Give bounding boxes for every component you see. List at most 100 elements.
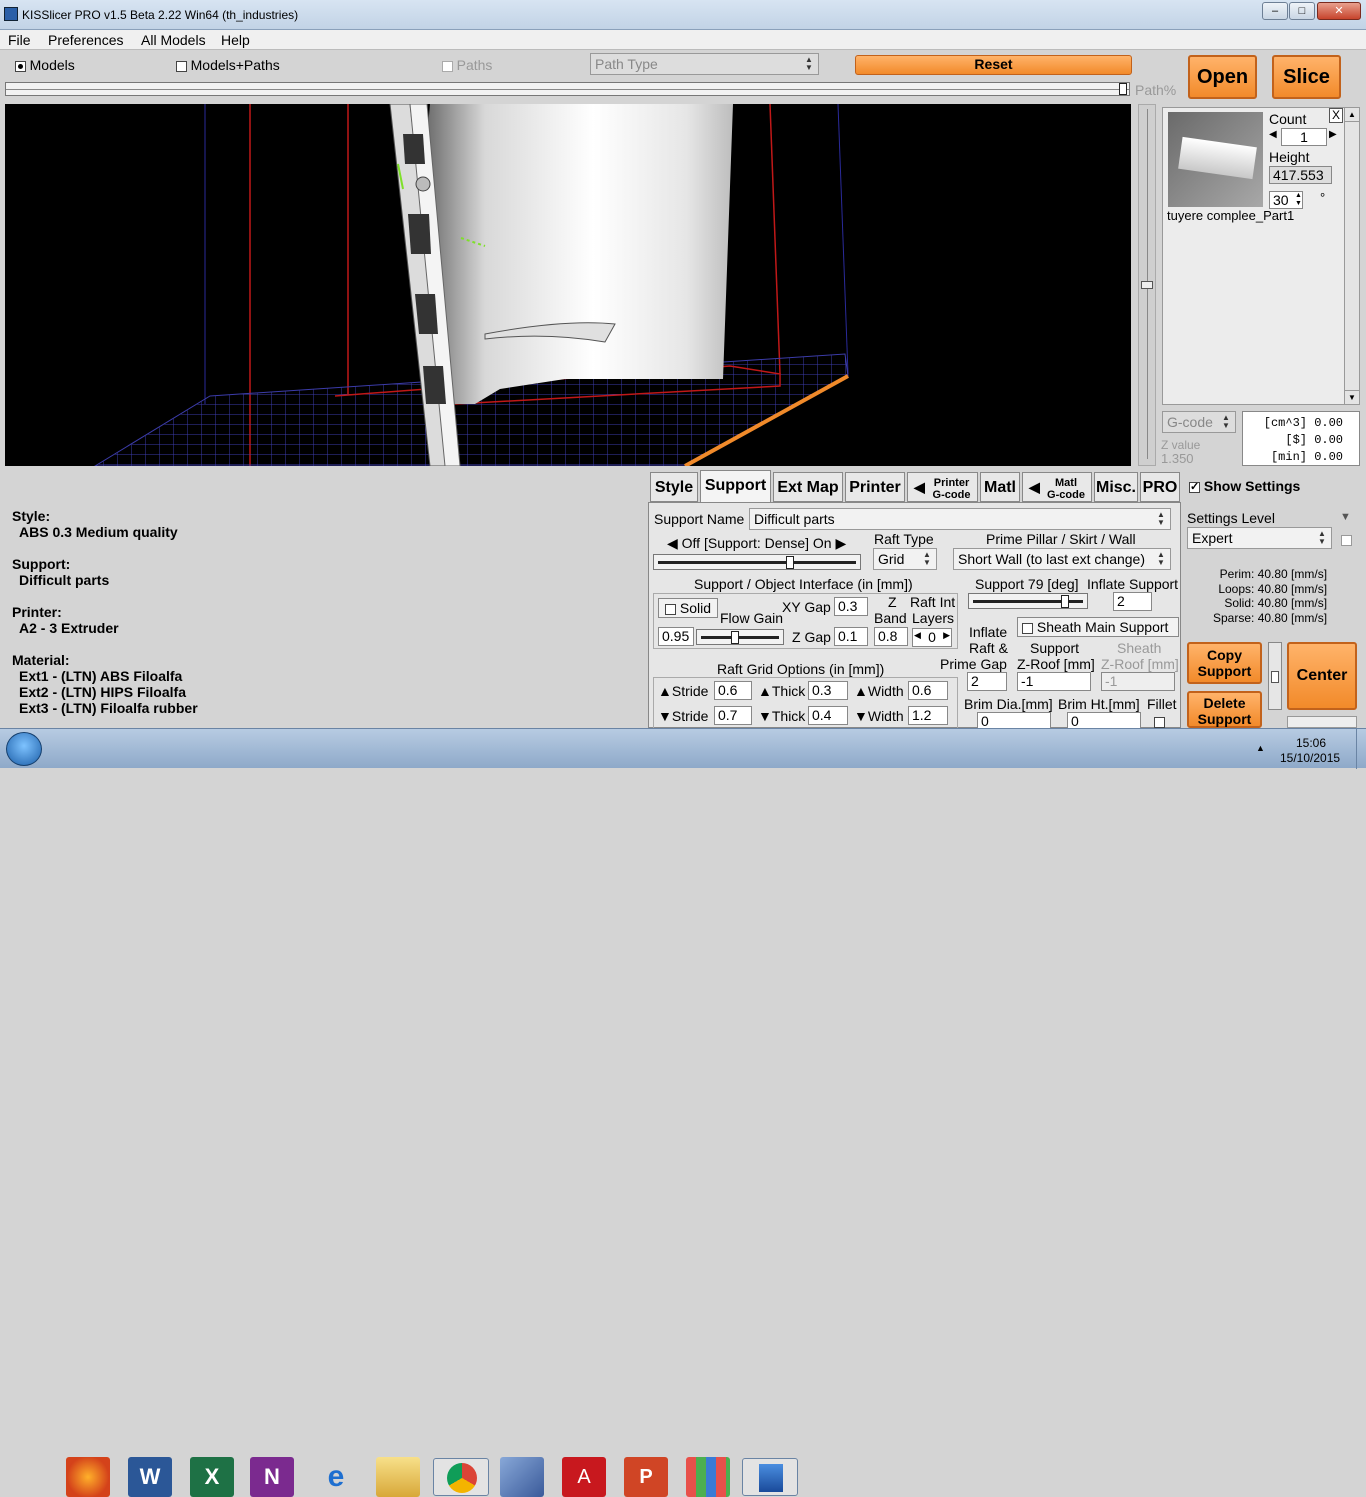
triangle-right-icon[interactable]: ▶ <box>832 535 846 551</box>
count-stepper[interactable]: ◀ 1 ▶ <box>1269 128 1339 146</box>
z-band-input[interactable]: 0.8 <box>874 627 908 646</box>
menu-all-models[interactable]: All Models <box>141 32 206 48</box>
thick-top-input[interactable]: 0.3 <box>808 681 848 700</box>
open-button[interactable]: Open <box>1188 55 1257 99</box>
support-list-scroll[interactable] <box>1268 642 1282 710</box>
copy-support-button[interactable]: Copy Support <box>1187 642 1262 684</box>
flow-gain-slider[interactable] <box>696 629 784 645</box>
support-angle-thumb[interactable] <box>1061 595 1069 608</box>
z-gap-input[interactable]: 0.1 <box>834 627 868 646</box>
menu-help[interactable]: Help <box>221 32 250 48</box>
support-density-slider[interactable] <box>653 554 861 570</box>
kisslicer-taskbar-button[interactable] <box>742 1458 798 1496</box>
brim-dia-input[interactable]: 0 <box>977 712 1051 729</box>
close-button[interactable]: ✕ <box>1317 2 1361 20</box>
menu-file[interactable]: File <box>8 32 31 48</box>
tab-style[interactable]: Style <box>650 472 698 502</box>
z-slider-thumb[interactable] <box>1141 281 1153 289</box>
brim-ht-input[interactable]: 0 <box>1067 712 1141 729</box>
bottom-right-button[interactable] <box>1287 716 1357 728</box>
rotation-spin-icon[interactable]: ▲ ▼ <box>1295 192 1302 208</box>
fillet-checkbox[interactable] <box>1154 714 1165 729</box>
path-percent-slider[interactable] <box>5 82 1130 96</box>
raft-type-select[interactable]: Grid ▲ ▼ <box>873 548 937 570</box>
file-explorer-icon[interactable] <box>376 1457 420 1497</box>
3d-viewport[interactable] <box>5 104 1131 466</box>
tab-printer-gcode[interactable]: ◀ Printer G-code <box>907 472 978 502</box>
app-grid-icon[interactable] <box>686 1457 730 1497</box>
menu-preferences[interactable]: Preferences <box>48 32 123 48</box>
width-bottom-input[interactable]: 1.2 <box>908 706 948 725</box>
scroll-down-icon[interactable]: ▼ <box>1345 390 1359 404</box>
center-button[interactable]: Center <box>1287 642 1357 710</box>
xy-gap-input[interactable]: 0.3 <box>834 597 868 616</box>
show-settings-checkbox[interactable]: Show Settings <box>1189 478 1300 494</box>
triangle-right-icon[interactable]: ▶ <box>943 630 950 641</box>
z-slider[interactable] <box>1138 104 1156 466</box>
settings-level-select[interactable]: Expert ▲ ▼ <box>1187 527 1332 549</box>
path-slider-thumb[interactable] <box>1119 83 1127 95</box>
minimize-button[interactable]: – <box>1262 2 1288 20</box>
tab-misc[interactable]: Misc. <box>1094 472 1138 502</box>
tab-printer[interactable]: Printer <box>845 472 905 502</box>
start-orb-icon[interactable] <box>6 732 42 766</box>
chrome-taskbar-button[interactable] <box>433 1458 489 1496</box>
width-top-input[interactable]: 0.6 <box>908 681 948 700</box>
tab-ext-map[interactable]: Ext Map <box>773 472 843 502</box>
inflate-support-input[interactable]: 2 <box>1113 592 1152 611</box>
tab-support[interactable]: Support <box>700 470 771 503</box>
settings-level-checkbox[interactable] <box>1341 532 1352 547</box>
stride-top-input[interactable]: 0.6 <box>714 681 752 700</box>
app-pen-icon[interactable] <box>500 1457 544 1497</box>
triangle-left-icon[interactable]: ◀ <box>667 535 682 551</box>
acrobat-icon[interactable]: A <box>562 1457 606 1497</box>
settings-level-checkbox-box[interactable] <box>1341 535 1352 547</box>
inflate-raft-input[interactable]: 2 <box>967 672 1007 691</box>
model-list-scrollbar[interactable]: ▲ ▼ <box>1344 107 1360 405</box>
prime-pillar-select[interactable]: Short Wall (to last ext change) ▲ ▼ <box>953 548 1171 570</box>
powerpoint-icon[interactable]: P <box>624 1457 668 1497</box>
flow-gain-input[interactable]: 0.95 <box>658 627 694 646</box>
support-zroof-input[interactable]: -1 <box>1017 672 1091 691</box>
support-angle-slider[interactable] <box>968 593 1088 609</box>
support-list-scroll-thumb[interactable] <box>1271 671 1279 683</box>
tab-pro[interactable]: PRO <box>1140 472 1180 502</box>
show-settings-box[interactable] <box>1189 480 1200 493</box>
count-input[interactable]: 1 <box>1281 128 1327 146</box>
slice-button[interactable]: Slice <box>1272 55 1341 99</box>
models-radio[interactable]: Models <box>15 57 75 73</box>
stride-bottom-input[interactable]: 0.7 <box>714 706 752 725</box>
models-radio-dot[interactable] <box>15 61 26 73</box>
show-desktop-button[interactable] <box>1356 729 1366 769</box>
sheath-main-box[interactable] <box>1022 622 1033 634</box>
internet-explorer-icon[interactable]: e <box>314 1457 358 1497</box>
triangle-left-icon[interactable]: ◀ <box>914 630 921 641</box>
solid-checkbox-box[interactable] <box>665 603 676 615</box>
raft-int-stepper[interactable]: ◀ 0 ▶ <box>912 628 952 647</box>
chevron-down-icon[interactable]: ▼ <box>1340 511 1351 523</box>
reset-button[interactable]: Reset <box>855 55 1132 75</box>
excel-icon[interactable]: X <box>190 1457 234 1497</box>
solid-checkbox[interactable]: Solid <box>658 598 719 618</box>
firefox-icon[interactable] <box>66 1457 110 1497</box>
tray-arrow-icon[interactable]: ▲ <box>1256 743 1265 753</box>
flow-gain-thumb[interactable] <box>731 631 739 644</box>
clock-time[interactable]: 15:06 <box>1296 736 1326 750</box>
count-decrement-icon[interactable]: ◀ <box>1269 129 1277 140</box>
delete-support-button[interactable]: Delete Support <box>1187 691 1262 728</box>
count-increment-icon[interactable]: ▶ <box>1329 129 1337 140</box>
fillet-checkbox-box[interactable] <box>1154 717 1165 729</box>
clock-date[interactable]: 15/10/2015 <box>1280 751 1340 765</box>
word-icon[interactable]: W <box>128 1457 172 1497</box>
onenote-icon[interactable]: N <box>250 1457 294 1497</box>
model-thumbnail[interactable] <box>1168 112 1263 207</box>
remove-model-button[interactable]: X <box>1329 108 1343 123</box>
scroll-up-icon[interactable]: ▲ <box>1345 108 1359 122</box>
thick-bottom-input[interactable]: 0.4 <box>808 706 848 725</box>
tab-matl-gcode[interactable]: ◀ Matl G-code <box>1022 472 1092 502</box>
tab-matl[interactable]: Matl <box>980 472 1020 502</box>
models-paths-box[interactable] <box>176 61 187 73</box>
maximize-button[interactable]: □ <box>1289 2 1315 20</box>
support-density-thumb[interactable] <box>786 556 794 569</box>
support-name-select[interactable]: Difficult parts ▲ ▼ <box>749 508 1171 530</box>
